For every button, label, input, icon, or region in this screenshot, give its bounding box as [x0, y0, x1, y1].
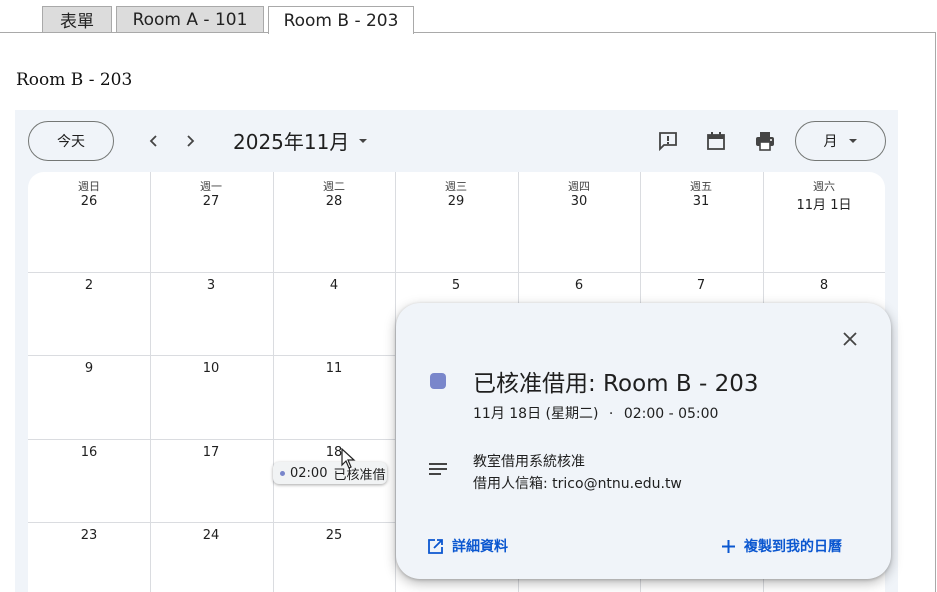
day-number[interactable]: 11月 1日 [763, 194, 885, 213]
prev-month-button[interactable] [138, 125, 170, 157]
day-number[interactable]: 3 [150, 278, 272, 293]
day-number[interactable]: 7 [640, 278, 762, 293]
tab-form[interactable]: 表單 [42, 6, 112, 32]
dropdown-arrow-icon [359, 138, 368, 143]
grid-line [28, 272, 885, 273]
view-selector[interactable]: 月 [795, 121, 886, 161]
date-separator: · [608, 406, 614, 422]
chevron-left-icon [149, 135, 157, 147]
day-number[interactable]: 5 [395, 278, 517, 293]
day-number[interactable]: 2 [28, 278, 150, 293]
feedback-button[interactable] [652, 125, 684, 157]
view-label: 月 [823, 134, 838, 150]
event-title: 已核准借用: Room B - 203 [473, 371, 759, 397]
details-link[interactable]: 詳細資料 [427, 536, 508, 556]
next-month-button[interactable] [174, 125, 206, 157]
day-number[interactable]: 16 [28, 445, 150, 460]
weekday-thu: 週四 [568, 180, 590, 193]
month-title: 2025年11月 [233, 130, 350, 154]
description-icon [429, 463, 447, 475]
print-icon [756, 132, 774, 151]
feedback-icon [659, 132, 677, 152]
event-popup: 已核准借用: Room B - 203 11月 18日 (星期二) · 02:0… [396, 303, 891, 579]
day-number[interactable]: 25 [273, 528, 395, 543]
day-number[interactable]: 17 [150, 445, 272, 460]
dropdown-arrow-icon [848, 139, 857, 143]
tab-strip: 表單 Room A - 101 Room B - 203 [0, 0, 937, 34]
event-datetime: 11月 18日 (星期二) · 02:00 - 05:00 [473, 403, 718, 423]
tab-divider [0, 32, 936, 33]
borrower-email: 借用人信箱: trico@ntnu.edu.tw [473, 476, 682, 492]
day-number[interactable]: 24 [150, 528, 272, 543]
event-time: 02:00 - 05:00 [623, 406, 719, 422]
day-number[interactable]: 18 [273, 445, 395, 460]
weekday-mon: 週一 [200, 180, 222, 193]
tab-room-a-101[interactable]: Room A - 101 [116, 6, 264, 32]
event-date: 11月 18日 (星期二) [473, 406, 599, 422]
day-number[interactable]: 30 [518, 194, 640, 209]
day-number[interactable]: 11 [273, 361, 395, 376]
event-color-swatch [430, 373, 446, 389]
print-button[interactable] [749, 125, 781, 157]
day-number[interactable]: 10 [150, 361, 272, 376]
today-button[interactable]: 今天 [28, 121, 114, 161]
weekday-tue: 週二 [323, 180, 345, 193]
open-in-new-icon [428, 538, 443, 554]
tab-room-b-203[interactable]: Room B - 203 [268, 6, 414, 34]
day-number[interactable]: 4 [273, 278, 395, 293]
event-chip[interactable]: 02:00 已核准借 [273, 462, 387, 484]
event-description: 教室借用系統核准 借用人信箱: trico@ntnu.edu.tw [473, 451, 682, 495]
weekday-sun: 週日 [78, 180, 100, 193]
weekday-fri: 週五 [690, 180, 712, 193]
day-number[interactable]: 6 [518, 278, 640, 293]
event-color-dot [280, 470, 285, 476]
details-label: 詳細資料 [452, 539, 508, 555]
copy-to-calendar-link[interactable]: 複製到我的日曆 [721, 536, 842, 556]
event-chip-time: 02:00 [290, 465, 328, 481]
calendar-icon [707, 132, 725, 150]
day-number[interactable]: 9 [28, 361, 150, 376]
day-number[interactable]: 23 [28, 528, 150, 543]
calendar-view-button[interactable] [700, 125, 732, 157]
day-number[interactable]: 8 [763, 278, 885, 293]
chevron-right-icon [187, 135, 195, 147]
day-number[interactable]: 31 [640, 194, 762, 209]
day-number[interactable]: 27 [150, 194, 272, 209]
day-number[interactable]: 26 [28, 194, 150, 209]
copy-label: 複製到我的日曆 [744, 539, 842, 555]
weekday-sat: 週六 [813, 180, 835, 193]
mouse-cursor-icon [341, 448, 356, 469]
description-line: 教室借用系統核准 [473, 454, 585, 470]
page-title: Room B - 203 [16, 70, 133, 90]
month-selector[interactable]: 2025年11月 [233, 126, 369, 155]
weekday-wed: 週三 [445, 180, 467, 193]
day-number[interactable]: 29 [395, 194, 517, 209]
day-number[interactable]: 28 [273, 194, 395, 209]
frame-border [935, 32, 936, 592]
close-icon [843, 332, 857, 346]
close-button[interactable] [836, 325, 864, 353]
plus-icon [722, 539, 735, 553]
